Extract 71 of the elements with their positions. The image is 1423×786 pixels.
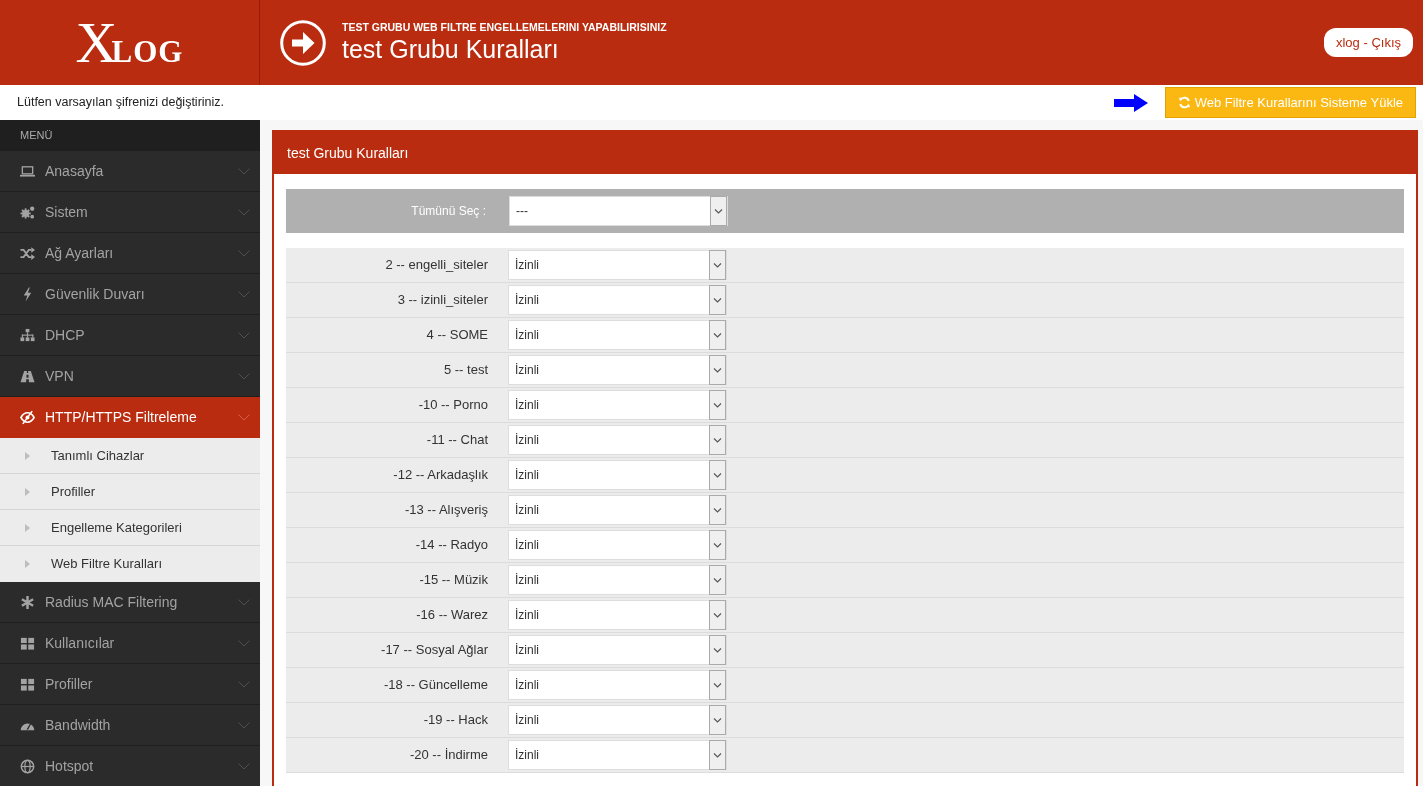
eye-slash-icon <box>20 409 35 425</box>
rule-label: 5 -- test <box>442 361 488 380</box>
dropdown[interactable]: İzinli <box>508 320 727 350</box>
shuffle-icon <box>20 245 35 261</box>
caret-icon <box>25 451 30 460</box>
dropdown-caret-icon <box>710 196 727 226</box>
sidebar-item[interactable]: HTTP/HTTPS Filtreleme <box>0 397 260 438</box>
chevron-down-icon <box>238 680 250 688</box>
dropdown[interactable]: İzinli <box>508 530 727 560</box>
chevron-down-icon <box>238 331 250 339</box>
chevron-down-icon <box>238 639 250 647</box>
dropdown[interactable]: İzinli <box>508 635 727 665</box>
rule-label: -19 -- Hack <box>422 711 488 730</box>
arrow-circle-icon <box>280 19 326 66</box>
dropdown[interactable]: İzinli <box>508 355 727 385</box>
caret-icon <box>25 523 30 532</box>
dropdown[interactable]: İzinli <box>508 250 727 280</box>
rule-label: -11 -- Chat <box>425 431 488 450</box>
arrow-icon <box>1113 93 1148 112</box>
notice-text: Lütfen varsayılan şifrenizi değiştiriniz. <box>17 94 225 112</box>
chevron-down-icon <box>238 249 250 257</box>
dropdown[interactable]: İzinli <box>508 740 727 770</box>
rule-label: -13 -- Alışveriş <box>403 501 488 520</box>
sitemap-icon <box>20 327 35 343</box>
gears-icon <box>20 204 35 220</box>
refresh-icon <box>1177 96 1191 109</box>
logout-button[interactable]: xlog - Çıkış <box>1324 27 1413 58</box>
chevron-down-icon <box>238 762 250 770</box>
chevron-down-icon <box>238 721 250 729</box>
rule-label: -14 -- Radyo <box>414 536 488 555</box>
grid-icon <box>20 676 35 692</box>
rule-label: -10 -- Porno <box>417 396 488 415</box>
dropdown[interactable]: İzinli <box>508 390 727 420</box>
dropdown[interactable]: --- <box>509 196 728 226</box>
rule-label: 2 -- engelli_siteler <box>384 256 488 275</box>
road-icon <box>20 368 35 384</box>
rule-label: 4 -- SOME <box>425 326 488 345</box>
dropdown[interactable]: İzinli <box>508 670 727 700</box>
rule-label: 3 -- izinli_siteler <box>396 291 488 310</box>
rule-label: -17 -- Sosyal Ağlar <box>380 641 488 660</box>
chevron-down-icon <box>238 167 250 175</box>
chevron-down-icon <box>238 290 250 298</box>
dropdown[interactable]: İzinli <box>508 565 727 595</box>
select-all-label: Tümünü Seç : <box>410 203 486 220</box>
chevron-down-icon <box>238 372 250 380</box>
submenu-item[interactable]: Web Filtre Kuralları <box>0 546 260 582</box>
laptop-icon <box>20 163 35 179</box>
dropdown[interactable]: İzinli <box>508 705 727 735</box>
dropdown[interactable]: İzinli <box>508 425 727 455</box>
dropdown[interactable]: İzinli <box>508 495 727 525</box>
panel-title: test Grubu Kuralları <box>274 132 1416 174</box>
logo: XLOG <box>75 13 184 72</box>
page-title: test Grubu Kuralları <box>342 33 560 64</box>
rule-label: -15 -- Müzik <box>418 571 488 590</box>
page-subtitle: TEST GRUBU WEB FILTRE ENGELLEMELERINI YAPABILIRISINIZ <box>342 21 667 34</box>
caret-icon <box>25 487 30 496</box>
rule-label: -20 -- İndirme <box>408 746 488 765</box>
caret-icon <box>25 560 30 568</box>
chevron-down-icon <box>238 413 250 421</box>
asterisk-icon <box>20 594 35 610</box>
dropdown[interactable]: İzinli <box>508 600 727 630</box>
chevron-down-icon <box>238 208 250 216</box>
grid-icon <box>20 635 35 651</box>
menu-heading: MENÜ <box>0 120 260 151</box>
dropdown[interactable]: İzinli <box>508 460 727 490</box>
chevron-down-icon <box>238 598 250 606</box>
globe-icon <box>20 758 35 774</box>
rule-label: -18 -- Güncelleme <box>382 676 488 695</box>
rule-label: -12 -- Arkadaşlık <box>392 466 488 485</box>
dropdown[interactable]: İzinli <box>508 285 727 315</box>
rule-label: -16 -- Warez <box>415 606 488 625</box>
